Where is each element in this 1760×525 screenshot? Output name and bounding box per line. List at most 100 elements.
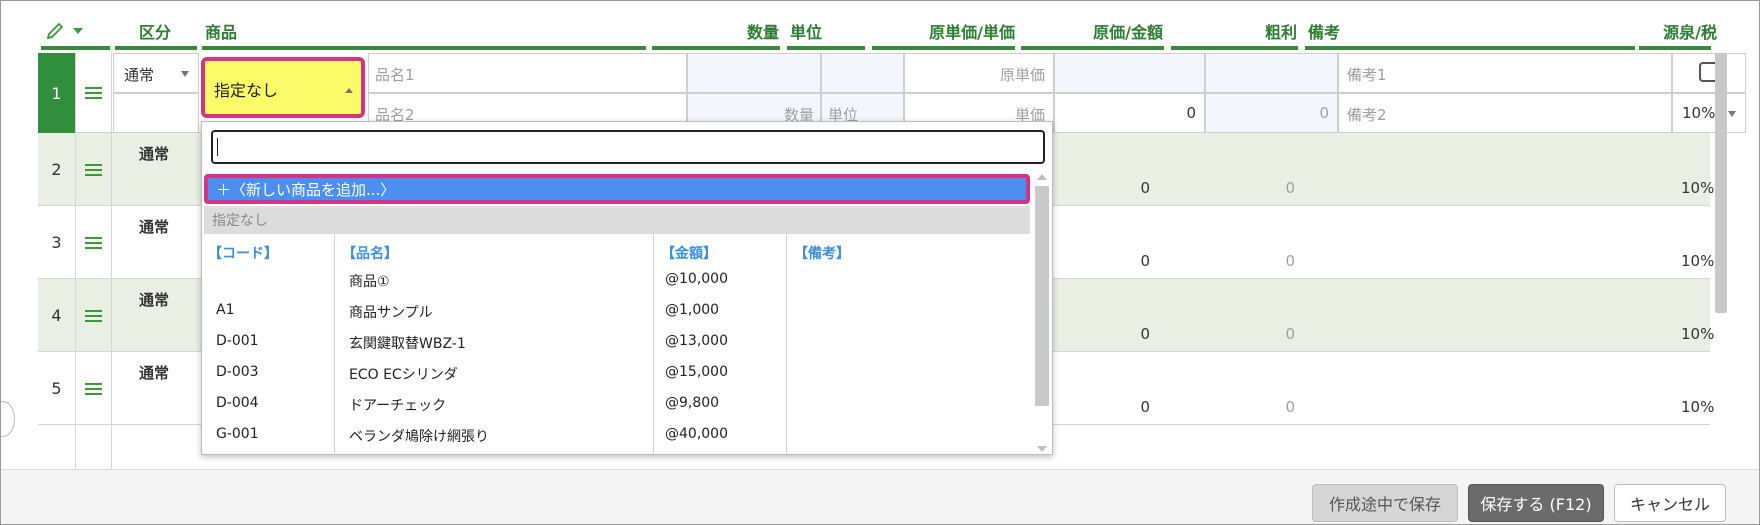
- save-button[interactable]: 保存する (F12): [1468, 484, 1604, 522]
- header-tani: 単位: [790, 23, 823, 42]
- row-amount: 0: [1140, 325, 1150, 343]
- item-code: D-001: [216, 333, 259, 349]
- item-price: @9,800: [665, 395, 720, 411]
- row-amount: 0: [1140, 252, 1150, 270]
- row-profit: 0: [1285, 179, 1295, 197]
- kubun-sub-cell: [113, 93, 199, 133]
- caret-up-icon: [345, 88, 353, 93]
- drag-handle[interactable]: [76, 352, 112, 425]
- name1-input[interactable]: 品名1: [368, 53, 687, 93]
- col-header-name: 【品名】: [342, 246, 398, 262]
- header-underline: [872, 46, 1015, 50]
- drag-handle[interactable]: [76, 133, 112, 206]
- note2-input[interactable]: 備考2: [1338, 93, 1672, 133]
- row-number: 4: [38, 279, 76, 352]
- unit-cell-top: [821, 53, 904, 93]
- drag-handle[interactable]: [76, 279, 112, 352]
- side-panel-handle[interactable]: [1, 401, 15, 437]
- header-underline: [652, 46, 780, 50]
- qty-cell-top: [687, 53, 821, 93]
- row-amount: 0: [1140, 179, 1150, 197]
- edit-menu[interactable]: [45, 11, 95, 51]
- row-number: [38, 425, 76, 473]
- scroll-down-icon[interactable]: [1037, 446, 1047, 452]
- row-kubun: 通常: [139, 291, 170, 309]
- hamburger-icon: [85, 307, 102, 325]
- header-underline: [115, 46, 197, 50]
- note1-input[interactable]: 備考1: [1338, 53, 1672, 93]
- col-header-code: 【コード】: [208, 246, 278, 262]
- list-item[interactable]: D-001 玄関鍵取替WBZ-1 @13,000: [202, 326, 1030, 357]
- save-draft-button[interactable]: 作成途中で保存: [1312, 484, 1458, 522]
- action-footer: 作成途中で保存 保存する (F12) キャンセル: [1, 469, 1759, 524]
- row-kubun: 通常: [139, 218, 170, 236]
- product-select[interactable]: 指定なし: [201, 57, 365, 118]
- hamburger-icon: [85, 380, 102, 398]
- item-name: 商品サンプル: [349, 305, 433, 321]
- list-item[interactable]: 商品① @10,000: [202, 264, 1030, 295]
- drag-handle[interactable]: [76, 206, 112, 279]
- drag-handle[interactable]: [76, 53, 112, 133]
- product-dropdown: ＋〈新しい商品を追加...〉 指定なし 【コード】 【品名】 【金額】 【備考】…: [201, 121, 1053, 456]
- header-kubun: 区分: [139, 23, 172, 42]
- header-gensen-zei: 源泉/税: [1663, 23, 1717, 42]
- item-price: @10,000: [665, 271, 728, 287]
- note2-placeholder: 備考2: [1347, 106, 1387, 124]
- invoice-detail-editor: 区分 商品 数量 単位 原単価/単価 原価/金額 粗利 備考 源泉/税 1 通常…: [0, 0, 1760, 525]
- detail-grid: 1 通常 指定なし 品名1 品名2 数量 単位 原単価 単価 0 0 備考1 備…: [38, 53, 1746, 473]
- cost-unit-placeholder: 原単価: [999, 66, 1045, 84]
- dropdown-scrollbar[interactable]: [1032, 174, 1050, 452]
- profit-cell: 0: [1205, 93, 1338, 133]
- list-item[interactable]: D-003 ECO ECシリンダ @15,000: [202, 357, 1030, 388]
- pencil-icon: [46, 22, 64, 40]
- header-underline: [1171, 46, 1298, 50]
- amount-value: 0: [1186, 104, 1196, 122]
- item-code: D-003: [216, 364, 259, 380]
- scrollbar-thumb[interactable]: [1035, 186, 1049, 406]
- item-price: @1,000: [665, 302, 720, 318]
- list-item[interactable]: G-001 ベランダ鳩除け網張り @40,000: [202, 419, 1030, 450]
- scroll-up-icon[interactable]: [1037, 174, 1047, 180]
- item-name: 玄関鍵取替WBZ-1: [349, 336, 466, 352]
- row-tax: 10%: [1681, 252, 1715, 270]
- hamburger-icon: [85, 161, 102, 179]
- item-name: ドアーチェック: [349, 398, 447, 414]
- list-item[interactable]: A1 商品サンプル @1,000: [202, 295, 1030, 326]
- header-arari: 粗利: [1264, 23, 1297, 42]
- hamburger-icon: [85, 234, 102, 252]
- profit-cell-top: [1205, 53, 1338, 93]
- grid-scrollbar[interactable]: [1715, 53, 1727, 313]
- cost-unit-input[interactable]: 原単価: [904, 53, 1054, 93]
- header-biko: 備考: [1308, 23, 1341, 42]
- item-name: 商品①: [349, 274, 390, 290]
- cancel-button[interactable]: キャンセル: [1614, 484, 1726, 522]
- header-underline: [41, 46, 110, 50]
- list-item[interactable]: D-004 ドアーチェック @9,800: [202, 388, 1030, 419]
- header-underline: [202, 46, 646, 50]
- row-number: 2: [38, 133, 76, 206]
- tax-select[interactable]: 10%: [1672, 93, 1746, 133]
- col-header-note: 【備考】: [794, 246, 850, 262]
- item-name: ECO ECシリンダ: [349, 367, 458, 383]
- row-profit: 0: [1285, 398, 1295, 416]
- header-underline: [1021, 46, 1164, 50]
- row-amount: 0: [1140, 398, 1150, 416]
- product-search-input[interactable]: [211, 130, 1045, 164]
- product-select-value: 指定なし: [214, 81, 279, 100]
- col-header-price: 【金額】: [661, 246, 717, 262]
- none-option[interactable]: 指定なし: [204, 206, 1030, 234]
- row-kubun: 通常: [139, 364, 170, 382]
- row-profit: 0: [1285, 325, 1295, 343]
- header-shohin: 商品: [205, 23, 238, 42]
- note1-placeholder: 備考1: [1347, 66, 1387, 84]
- row-tax: 10%: [1681, 179, 1715, 197]
- header-underline: [1305, 46, 1635, 50]
- caret-down-icon: [73, 28, 83, 34]
- name1-placeholder: 品名1: [375, 66, 415, 84]
- add-new-product-option[interactable]: ＋〈新しい商品を追加...〉: [204, 174, 1030, 204]
- hamburger-icon: [85, 84, 102, 102]
- product-list: 【コード】 【品名】 【金額】 【備考】 商品① @10,000 A1 商品サン…: [202, 234, 1030, 456]
- row-number: 3: [38, 206, 76, 279]
- kubun-select[interactable]: 通常: [113, 53, 199, 93]
- header-underline: [787, 46, 865, 50]
